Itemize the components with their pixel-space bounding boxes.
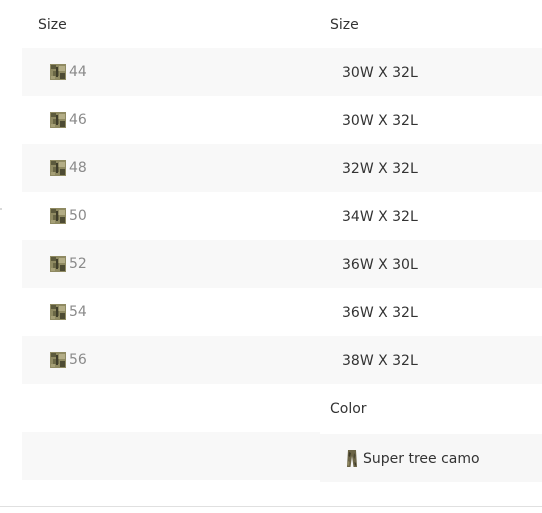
size-option-label: 44	[69, 63, 87, 80]
size-value[interactable]: 32W X 32L	[342, 161, 418, 177]
camo-pattern-swatch-icon	[50, 63, 66, 80]
color-option-super-tree-camo[interactable]: Super tree camo	[346, 450, 480, 467]
size-value[interactable]: 36W X 30L	[342, 257, 418, 273]
size-option-label: 54	[69, 303, 87, 320]
bottom-divider	[0, 506, 542, 507]
size-value[interactable]: 30W X 32L	[342, 65, 418, 81]
size-option-row[interactable]: 52	[22, 240, 320, 288]
right-size-column: Size 30W X 32L 30W X 32L 32W X 32L 34W X…	[320, 0, 542, 482]
edge-mark	[0, 208, 2, 210]
right-size-header: Size	[330, 17, 359, 33]
size-value-row[interactable]: 30W X 32L	[320, 48, 542, 96]
size-option-label: 48	[69, 159, 87, 176]
size-option-row[interactable]: 54	[22, 288, 320, 336]
size-value-row[interactable]: 36W X 30L	[320, 240, 542, 288]
color-header: Color	[330, 401, 367, 417]
color-header-row: Color	[320, 384, 542, 432]
camo-pattern-swatch-icon	[50, 351, 66, 368]
right-header-row: Size	[320, 0, 542, 48]
left-size-header: Size	[38, 17, 67, 33]
left-size-column: Size 44 46 48 50 52 54 56	[22, 0, 320, 482]
color-option-row[interactable]: Super tree camo	[320, 434, 542, 482]
left-spacer-row	[22, 384, 320, 432]
size-option-row[interactable]: 44	[22, 48, 320, 96]
size-value[interactable]: 38W X 32L	[342, 353, 418, 369]
size-option-label: 50	[69, 207, 87, 224]
size-value-row[interactable]: 30W X 32L	[320, 96, 542, 144]
size-option-44[interactable]: 44	[50, 63, 87, 80]
size-value-row[interactable]: 36W X 32L	[320, 288, 542, 336]
left-header-row: Size	[22, 0, 320, 48]
camo-pattern-swatch-icon	[50, 207, 66, 224]
size-option-54[interactable]: 54	[50, 303, 87, 320]
size-value-row[interactable]: 38W X 32L	[320, 336, 542, 384]
size-option-row[interactable]: 50	[22, 192, 320, 240]
camo-pattern-swatch-icon	[50, 111, 66, 128]
size-value-row[interactable]: 34W X 32L	[320, 192, 542, 240]
size-option-label: 56	[69, 351, 87, 368]
color-option-label: Super tree camo	[363, 450, 480, 467]
size-value[interactable]: 30W X 32L	[342, 113, 418, 129]
size-value[interactable]: 34W X 32L	[342, 209, 418, 225]
size-option-label: 52	[69, 255, 87, 272]
size-value[interactable]: 36W X 32L	[342, 305, 418, 321]
size-option-row[interactable]: 46	[22, 96, 320, 144]
size-option-row[interactable]: 56	[22, 336, 320, 384]
size-option-48[interactable]: 48	[50, 159, 87, 176]
camo-pants-icon	[347, 450, 357, 467]
camo-pattern-swatch-icon	[50, 255, 66, 272]
size-option-52[interactable]: 52	[50, 255, 87, 272]
camo-pattern-swatch-icon	[50, 303, 66, 320]
left-spacer-row	[22, 432, 320, 480]
size-option-46[interactable]: 46	[50, 111, 87, 128]
camo-pattern-swatch-icon	[50, 159, 66, 176]
size-value-row[interactable]: 32W X 32L	[320, 144, 542, 192]
size-option-row[interactable]: 48	[22, 144, 320, 192]
size-color-table: Size 44 46 48 50 52 54 56 Size 30W X 32L…	[0, 0, 542, 513]
size-option-50[interactable]: 50	[50, 207, 87, 224]
size-option-56[interactable]: 56	[50, 351, 87, 368]
size-option-label: 46	[69, 111, 87, 128]
